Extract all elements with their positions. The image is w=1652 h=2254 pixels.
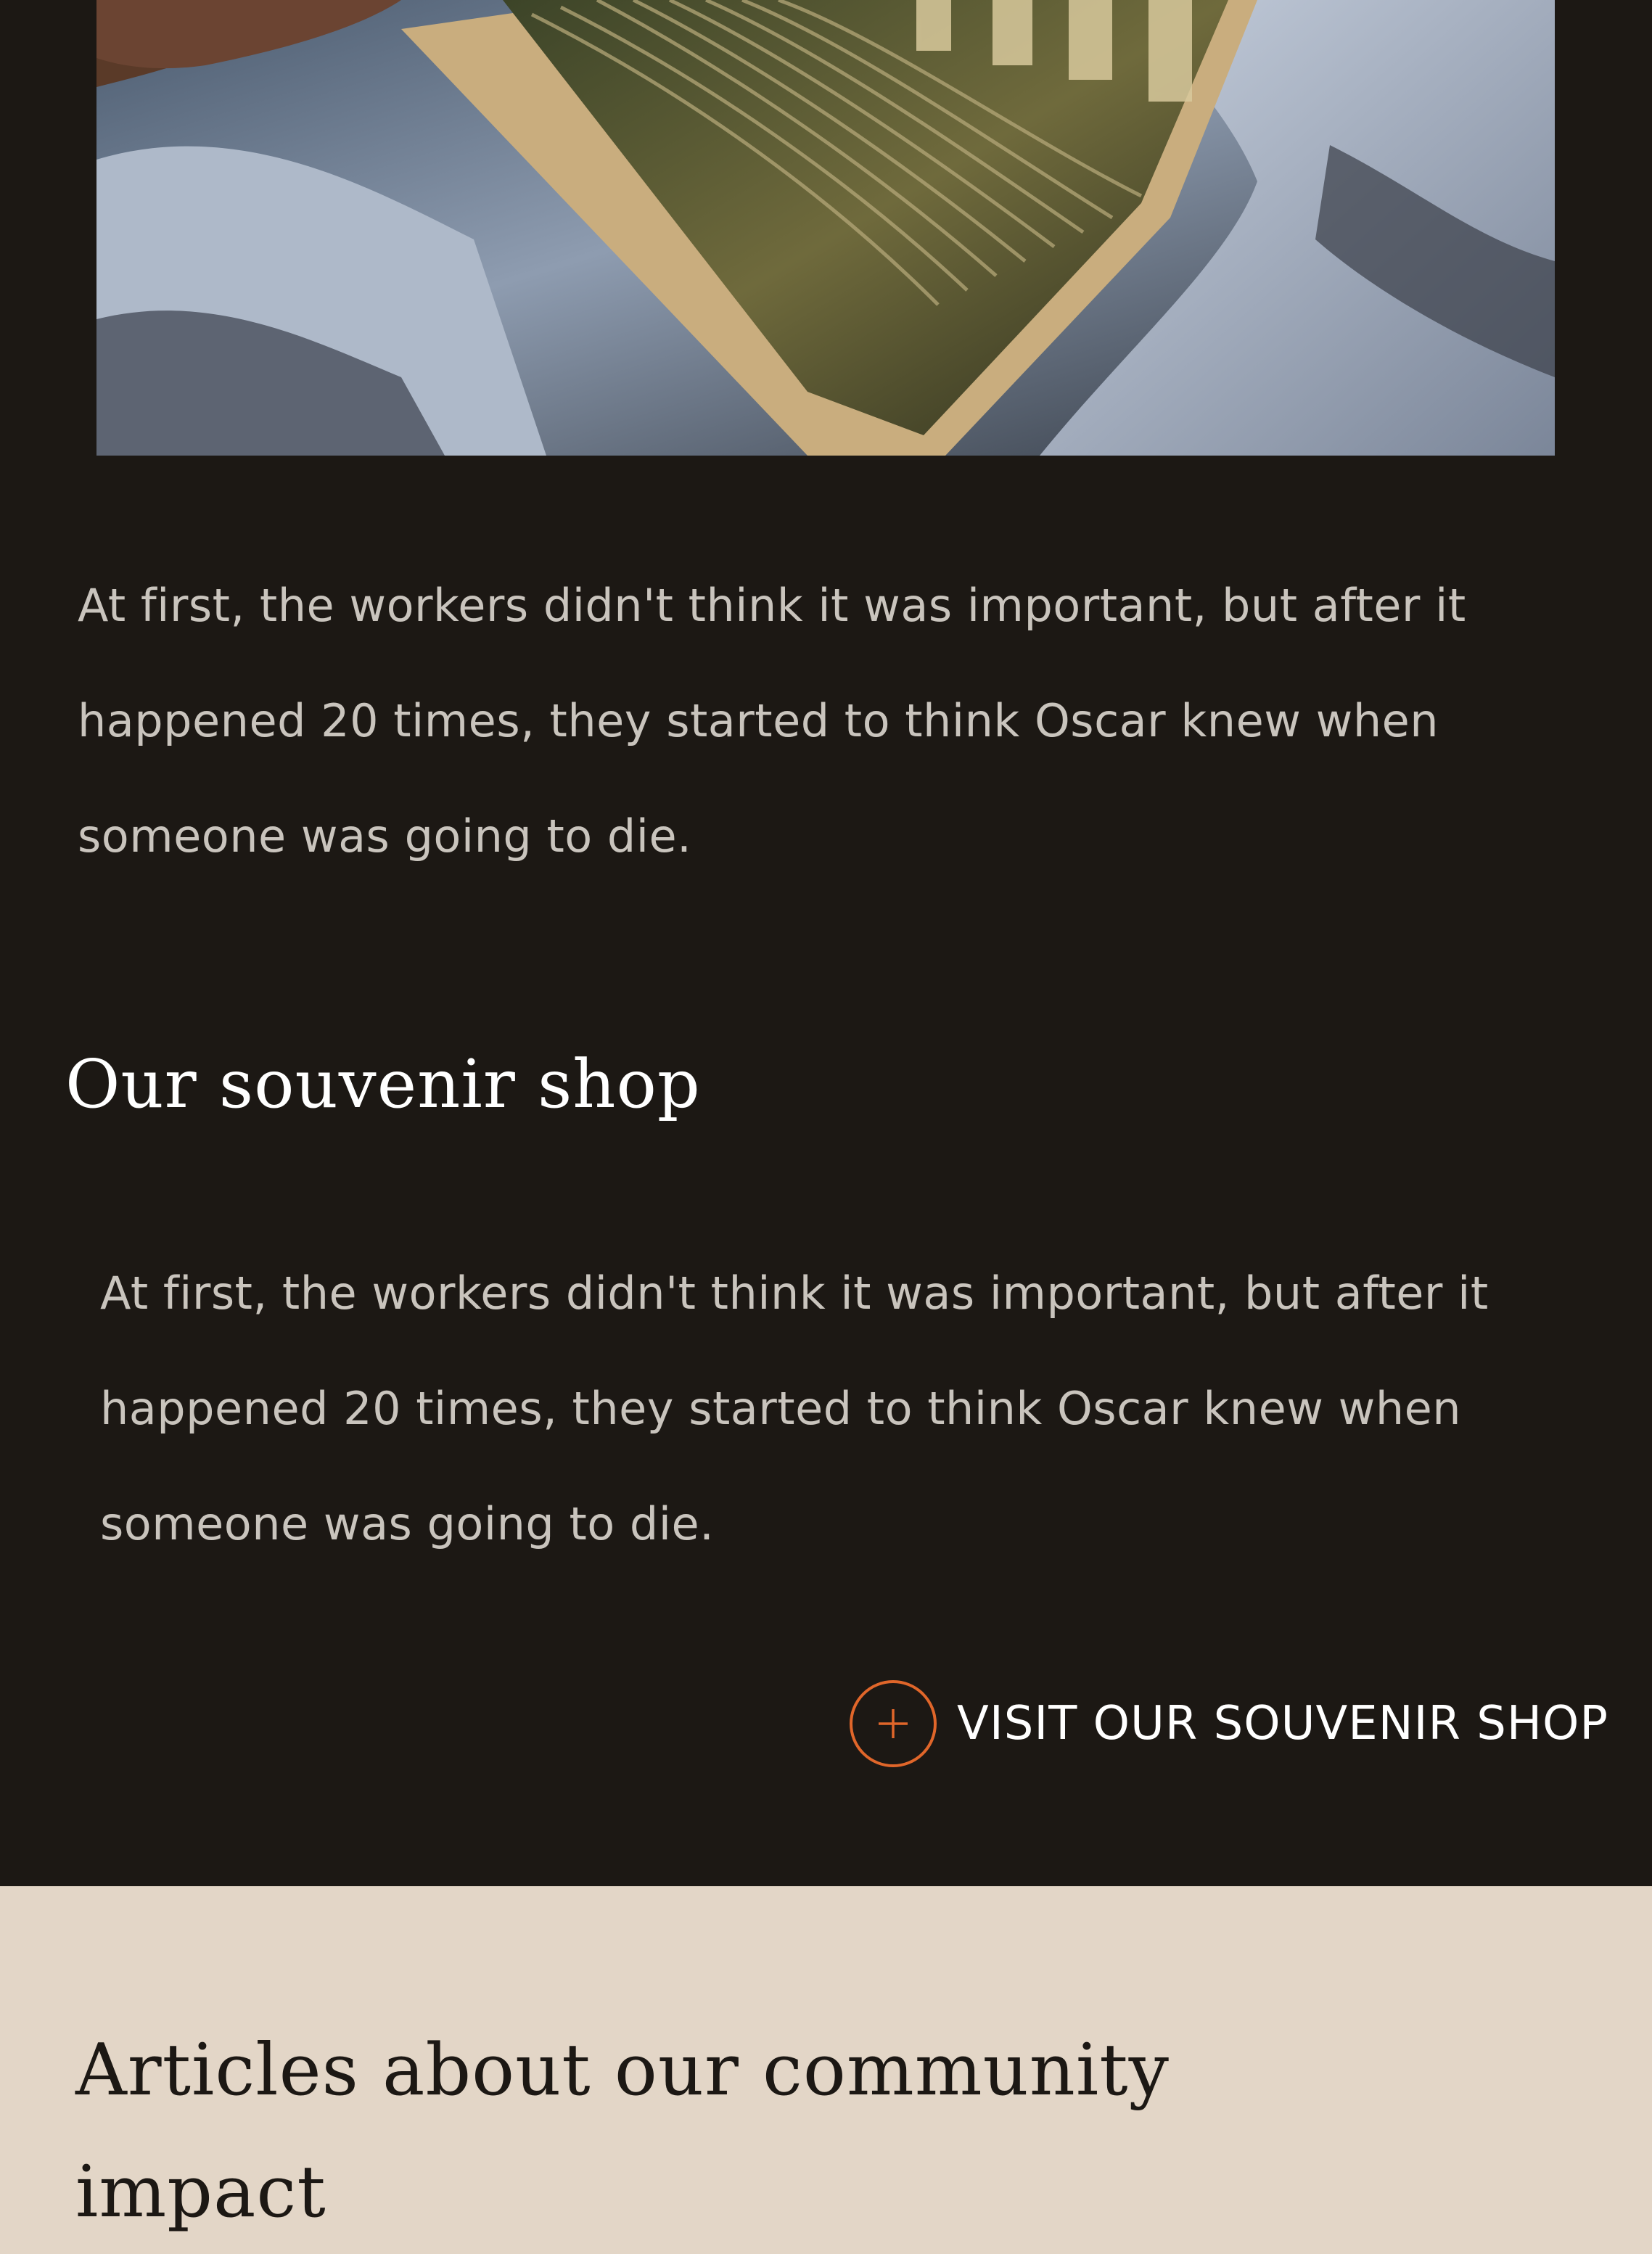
articles-section: Articles about our community impact: [0, 1886, 1652, 2254]
articles-heading: Articles about our community impact: [75, 2029, 1170, 2234]
weaving-photo: [96, 0, 1555, 456]
plus-circle-icon: [850, 1680, 937, 1767]
souvenir-shop-paragraph: At first, the workers didn't think it wa…: [100, 1267, 1489, 1550]
souvenir-shop-heading: Our souvenir shop: [65, 1045, 701, 1123]
visit-souvenir-shop-label: VISIT OUR SOUVENIR SHOP: [957, 1697, 1608, 1751]
dark-content-section: At first, the workers didn't think it wa…: [0, 0, 1652, 1886]
story-paragraph: At first, the workers didn't think it wa…: [78, 579, 1466, 863]
visit-souvenir-shop-link[interactable]: VISIT OUR SOUVENIR SHOP: [850, 1678, 1608, 1769]
